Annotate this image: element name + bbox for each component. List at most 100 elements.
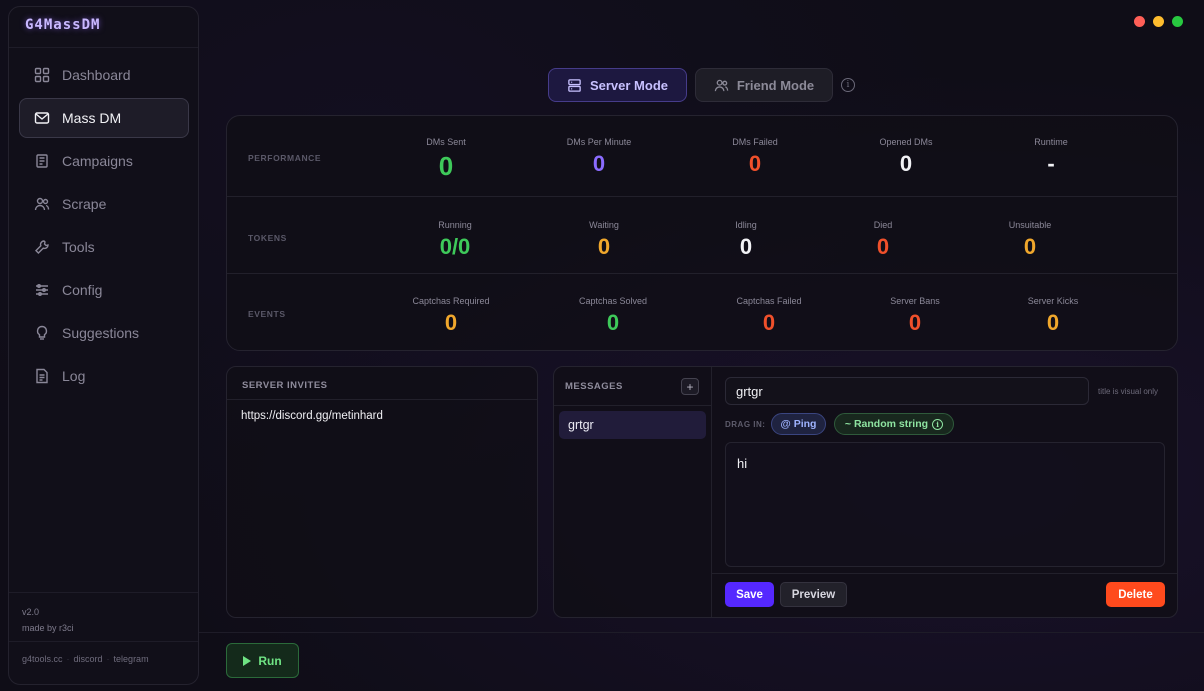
chip-label: @ Ping	[780, 418, 817, 430]
sidebar-item-scrape[interactable]: Scrape	[19, 184, 189, 224]
sidebar-item-label: Dashboard	[62, 67, 131, 83]
stat-label: Opened DMs	[879, 137, 933, 147]
stat-label: DMs Per Minute	[566, 137, 632, 147]
divider	[554, 405, 711, 406]
info-icon[interactable]: i	[932, 418, 944, 430]
stats-panel: PERFORMANCE DMs Sent 0 DMs Per Minute 0 DM…	[226, 115, 1178, 351]
minimize-window-button[interactable]	[1153, 16, 1164, 27]
server-mode-button[interactable]: Server Mode	[548, 68, 687, 102]
play-icon	[243, 655, 252, 666]
users-icon	[34, 196, 50, 212]
sidebar-item-dashboard[interactable]: Dashboard	[19, 55, 189, 95]
stat-label: Runtime	[1034, 137, 1068, 147]
message-list-item[interactable]: grtgr	[559, 411, 706, 439]
link-telegram[interactable]: telegram	[114, 654, 149, 664]
sidebar-item-label: Mass DM	[62, 110, 122, 126]
separator: ·	[66, 654, 70, 664]
link-discord[interactable]: discord	[74, 654, 103, 664]
stat-value: 0	[899, 151, 913, 176]
add-message-button[interactable]: +	[681, 378, 699, 395]
stat-value: 0	[748, 151, 762, 176]
divider	[9, 592, 198, 593]
stat-value: 0	[438, 151, 454, 181]
stat-label: Running	[438, 220, 472, 230]
server-icon	[567, 78, 582, 93]
link-website[interactable]: g4tools.cc	[22, 654, 63, 664]
stat-value: 0	[762, 310, 776, 335]
divider	[9, 641, 198, 642]
info-icon[interactable]: i	[841, 78, 855, 92]
stat-value: 0	[1046, 310, 1060, 335]
grid-icon	[34, 67, 50, 83]
title-hint: title is visual only	[1098, 387, 1159, 396]
tokens-row: TOKENS Running 0/0 Waiting 0 Idling 0 Died 0…	[227, 196, 1177, 274]
stat-label: DMs Failed	[732, 137, 778, 147]
row-label: TOKENS	[248, 233, 287, 243]
stat-server-kicks: Server Kicks 0	[993, 296, 1113, 336]
row-label: EVENTS	[248, 309, 286, 319]
panel-title: MESSAGES	[565, 381, 623, 392]
sidebar-item-mass-dm[interactable]: Mass DM	[19, 98, 189, 138]
stat-waiting: Waiting 0	[544, 220, 664, 260]
preview-button[interactable]: Preview	[780, 582, 847, 607]
save-button[interactable]: Save	[725, 582, 774, 607]
stat-value: 0	[592, 151, 606, 176]
mail-icon	[34, 110, 50, 126]
message-title-input[interactable]	[725, 377, 1089, 405]
stat-dms-sent: DMs Sent 0	[386, 137, 506, 182]
sidebar-item-log[interactable]: Log	[19, 356, 189, 396]
stat-captchas-solved: Captchas Solved 0	[553, 296, 673, 336]
divider	[227, 399, 537, 400]
delete-button[interactable]: Delete	[1106, 582, 1165, 607]
divider	[199, 632, 1204, 633]
sidebar-item-config[interactable]: Config	[19, 270, 189, 310]
separator: ·	[106, 654, 110, 664]
maximize-window-button[interactable]	[1172, 16, 1183, 27]
drag-in-label: DRAG IN:	[725, 420, 766, 429]
stat-label: Server Bans	[890, 296, 940, 306]
friend-mode-button[interactable]: Friend Mode	[695, 68, 833, 102]
stat-label: Captchas Solved	[578, 296, 648, 306]
sidebar: G4MassDM Dashboard Mass DM Campaigns Scr…	[8, 6, 199, 685]
stat-label: Captchas Failed	[736, 296, 802, 306]
chip-label: ~ Random string	[844, 418, 929, 430]
run-label: Run	[258, 653, 282, 668]
close-window-button[interactable]	[1134, 16, 1145, 27]
stat-unsuitable: Unsuitable 0	[970, 220, 1090, 260]
stat-label: Server Kicks	[1027, 296, 1079, 306]
sliders-icon	[34, 282, 50, 298]
users-icon	[714, 78, 729, 93]
run-button[interactable]: Run	[226, 643, 299, 678]
campaign-icon	[34, 153, 50, 169]
sidebar-item-suggestions[interactable]: Suggestions	[19, 313, 189, 353]
stat-label: DMs Sent	[426, 137, 466, 147]
sidebar-item-tools[interactable]: Tools	[19, 227, 189, 267]
ping-chip[interactable]: @ Ping	[771, 413, 826, 435]
stat-label: Captchas Required	[412, 296, 490, 306]
sidebar-item-label: Log	[62, 368, 86, 384]
sidebar-item-label: Scrape	[62, 196, 107, 212]
version-info: v2.0 made by r3ci	[22, 604, 74, 636]
divider	[711, 367, 712, 617]
footer-links: g4tools.cc · discord · telegram	[22, 654, 149, 664]
stat-value: -	[1047, 151, 1055, 176]
stat-value: 0	[876, 234, 890, 259]
bulb-icon	[34, 325, 50, 341]
messages-panel: MESSAGES + grtgr title is visual only DR…	[553, 366, 1178, 618]
stat-value: 0	[1023, 234, 1037, 259]
stat-server-bans: Server Bans 0	[855, 296, 975, 336]
friend-mode-label: Friend Mode	[736, 77, 815, 93]
message-body-textarea[interactable]: hi	[725, 442, 1165, 567]
stat-dms-per-minute: DMs Per Minute 0	[539, 137, 659, 177]
invite-item[interactable]: https://discord.gg/metinhard	[241, 410, 383, 422]
stat-label: Unsuitable	[1008, 220, 1052, 230]
stat-runtime: Runtime -	[991, 137, 1111, 177]
stat-captchas-failed: Captchas Failed 0	[709, 296, 829, 336]
stat-value: 0	[739, 234, 753, 259]
sidebar-item-campaigns[interactable]: Campaigns	[19, 141, 189, 181]
window-controls	[1134, 16, 1183, 27]
random-string-chip[interactable]: ~ Random string i	[834, 413, 954, 435]
stat-value: 0	[908, 310, 922, 335]
stat-value: 0	[606, 310, 620, 335]
row-label: PERFORMANCE	[248, 153, 322, 163]
